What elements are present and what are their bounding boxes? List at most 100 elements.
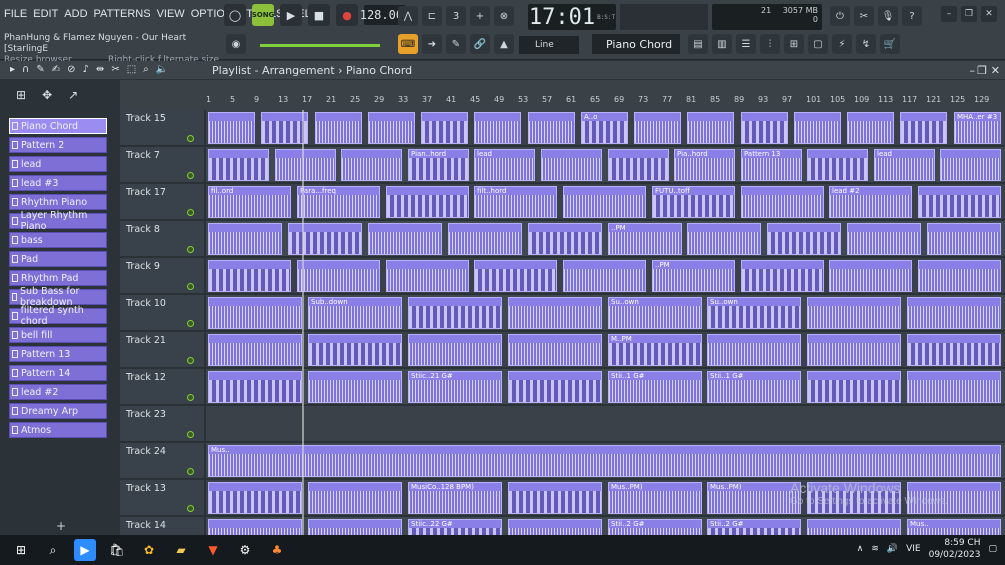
project-icon[interactable]: ▢ [808,34,828,54]
pattern-clip[interactable] [275,149,336,181]
pattern-clip[interactable] [563,260,646,292]
loop-record-icon[interactable]: ⊗ [494,6,514,26]
track-lane[interactable]: Stiic..21 G# Stii..1 G# Stii..1 G# [206,369,1005,405]
pattern-clip[interactable]: Stii..2 G# [707,519,801,535]
pattern-item[interactable]: Atmos [9,422,107,438]
track-lane[interactable]: Pian..hord lead Pia..hord Pattern 13 lead [206,147,1005,183]
pattern-clip[interactable] [508,297,602,329]
pattern-clip[interactable]: Para...freq [297,186,380,218]
track-lane[interactable]: M..PM [206,332,1005,368]
pattern-clip[interactable] [847,112,894,144]
piano-keys-icon[interactable]: ⊞ [16,88,26,102]
track-lane[interactable]: Stiic..22 G# Stii..2 G# Stii..2 G# Mus.. [206,517,1005,535]
track-lane[interactable] [206,406,1005,442]
zoom-icon[interactable]: ⌕ [143,64,149,75]
master-volume-knob[interactable]: ◉ [226,34,246,54]
pattern-selector[interactable]: Piano Chord [592,34,680,54]
pattern-clip[interactable] [208,482,302,514]
pattern-item[interactable]: bass [9,232,107,248]
track-header[interactable]: Track 8 [120,221,204,257]
pattern-item[interactable]: lead [9,156,107,172]
pattern-clip[interactable]: Pattern 13 [741,149,802,181]
track-lane[interactable]: ..PM [206,258,1005,294]
shop-icon[interactable]: 🛒 [880,34,900,54]
pattern-clip[interactable]: fil..ord [208,186,291,218]
pattern-clip[interactable] [508,334,602,366]
pattern-clip[interactable]: Mus.. [907,519,1001,535]
pattern-song-dial-icon[interactable]: ◯ [224,4,246,26]
pattern-clip[interactable] [508,482,602,514]
typing-keyboard-icon[interactable]: ⌨ [398,34,418,54]
pattern-clip[interactable] [528,112,575,144]
pattern-clip[interactable]: A..o [581,112,628,144]
pattern-clip[interactable] [315,112,362,144]
menu-item-view[interactable]: VIEW [157,8,185,20]
search-icon[interactable]: ⌕ [42,539,64,561]
windows-start-icon[interactable]: ⊞ [10,539,32,561]
pattern-clip[interactable]: lead [474,149,535,181]
tools-icon[interactable]: ✂ [854,6,874,26]
pattern-clip[interactable] [541,149,602,181]
pattern-clip[interactable] [927,223,1001,255]
slip-icon[interactable]: ⇹ [96,64,104,75]
store-icon[interactable]: 🛍 [106,539,128,561]
wait-input-icon[interactable]: ⊏ [422,6,442,26]
power-icon[interactable]: ⏻ [830,6,850,26]
pattern-clip[interactable]: Stiic..21 G# [408,371,502,403]
pattern-clip[interactable]: Su..own [707,297,801,329]
pattern-clip[interactable]: ..PM [608,223,682,255]
pattern-clip[interactable] [421,112,468,144]
pattern-item[interactable]: Pad [9,251,107,267]
help-icon[interactable]: ? [902,6,922,26]
pattern-clip[interactable] [208,223,282,255]
pattern-clip[interactable]: Stiic..22 G# [408,519,502,535]
pattern-clip[interactable] [508,371,602,403]
add-pattern-button[interactable]: + [56,519,66,533]
pattern-item[interactable]: Pattern 14 [9,365,107,381]
pattern-clip[interactable]: lead #2 [829,186,912,218]
chevron-up-icon[interactable]: ∧ [857,544,864,554]
pattern-clip[interactable] [794,112,841,144]
draw-icon[interactable]: ✎ [36,64,44,75]
track-header[interactable]: Track 23 [120,406,204,442]
tempo-icon[interactable]: ↯ [856,34,876,54]
track-enable-led[interactable] [187,209,194,216]
channel-rack-icon[interactable]: ☰ [736,34,756,54]
pattern-clip[interactable]: Stii..1 G# [707,371,801,403]
pattern-clip[interactable] [829,260,912,292]
automation-icon[interactable]: ↗ [68,88,78,102]
track-lane[interactable]: fil..ord Para...freq filt..hord FUTU..toff l… [206,184,1005,220]
pattern-clip[interactable] [907,371,1001,403]
track-lane[interactable]: Mus.. [206,443,1005,479]
pattern-clip[interactable] [563,186,646,218]
track-enable-led[interactable] [187,468,194,475]
track-header[interactable]: Track 7 [120,147,204,183]
wifi-icon[interactable]: ≋ [871,544,879,554]
mic-icon[interactable]: 🎙 [878,6,898,26]
paint-icon[interactable]: ✍ [52,64,60,75]
pattern-item[interactable]: bell fill [9,327,107,343]
pattern-clip[interactable] [261,112,308,144]
bar-ruler[interactable]: 1 5 9 13 17 21 25 29 33 37 41 45 49 53 57 61 65 69 73 77 81 8… [206,95,996,107]
snap-selector[interactable]: Line [519,36,579,54]
app-icon[interactable]: ✿ [138,539,160,561]
track-enable-led[interactable] [187,357,194,364]
pattern-clip[interactable]: M..PM [608,334,702,366]
track-header[interactable]: Track 10 [120,295,204,331]
pattern-clip[interactable] [940,149,1001,181]
pattern-item[interactable]: Layer Rhythm Piano [9,210,107,232]
pattern-clip[interactable] [807,297,901,329]
clock[interactable]: 8:59 CH 09/02/2023 [929,537,981,561]
pattern-item[interactable]: Sub Bass for breakdown [9,286,107,308]
pattern-clip[interactable] [308,334,402,366]
record-button[interactable]: ● [336,4,358,26]
pattern-clip[interactable] [907,334,1001,366]
pattern-clip[interactable] [608,149,669,181]
pattern-clip[interactable]: ..PM [652,260,735,292]
playlist-close-icon[interactable]: ✕ [991,64,1000,77]
pattern-item[interactable]: Pattern 13 [9,346,107,362]
close-icon[interactable]: ✕ [981,6,997,22]
volume-icon[interactable]: 🔊 [887,544,898,554]
pattern-item[interactable]: Dreamy Arp [9,403,107,419]
menu-item-patterns[interactable]: PATTERNS [94,8,151,20]
